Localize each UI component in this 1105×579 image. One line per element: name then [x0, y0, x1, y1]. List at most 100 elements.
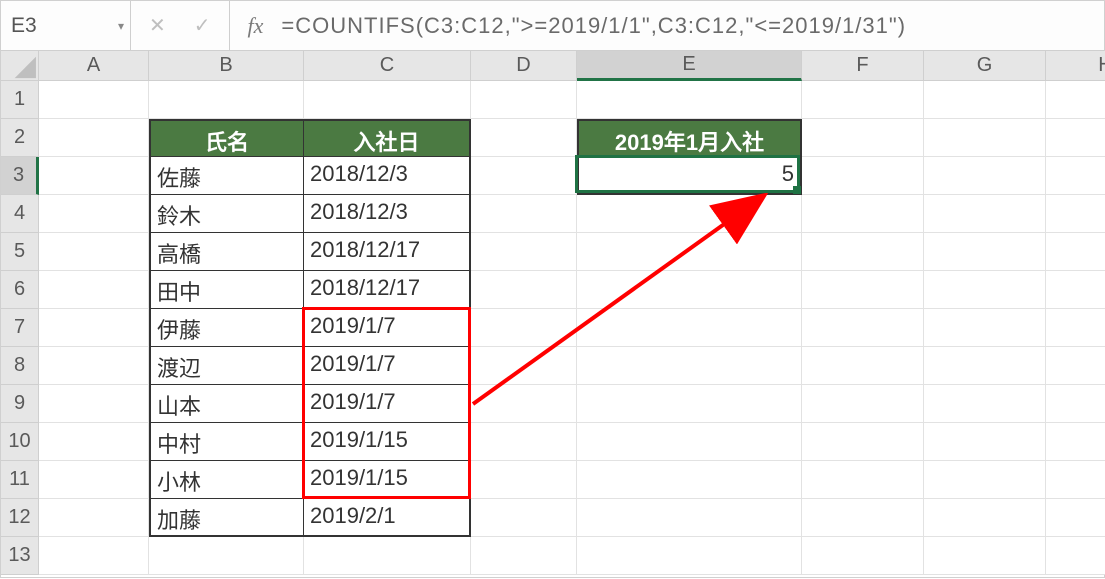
cell-G2[interactable]: [924, 119, 1046, 157]
cell-F6[interactable]: [802, 271, 924, 309]
enter-icon[interactable]: ✓: [194, 13, 211, 38]
table-cell-name[interactable]: 中村: [149, 423, 304, 461]
cell-D4[interactable]: [471, 195, 577, 233]
cell-A5[interactable]: [39, 233, 149, 271]
cell-H7[interactable]: [1046, 309, 1105, 347]
column-header-B[interactable]: B: [149, 51, 304, 81]
cell-G7[interactable]: [924, 309, 1046, 347]
row-header-1[interactable]: 1: [1, 81, 39, 119]
row-header-2[interactable]: 2: [1, 119, 39, 157]
cancel-icon[interactable]: ✕: [149, 13, 166, 38]
cell-D9[interactable]: [471, 385, 577, 423]
cell-A1[interactable]: [39, 81, 149, 119]
table-cell-name[interactable]: 鈴木: [149, 195, 304, 233]
row-header-5[interactable]: 5: [1, 233, 39, 271]
formula-input[interactable]: =COUNTIFS(C3:C12,">=2019/1/1",C3:C12,"<=…: [281, 13, 906, 39]
cell-D3[interactable]: [471, 157, 577, 195]
column-header-G[interactable]: G: [924, 51, 1046, 81]
cell-F1[interactable]: [802, 81, 924, 119]
cell-G6[interactable]: [924, 271, 1046, 309]
table-cell-joined[interactable]: 2018/12/17: [304, 271, 471, 309]
cell-D8[interactable]: [471, 347, 577, 385]
cell-F7[interactable]: [802, 309, 924, 347]
table-cell-name[interactable]: 伊藤: [149, 309, 304, 347]
cell-G4[interactable]: [924, 195, 1046, 233]
row-header-10[interactable]: 10: [1, 423, 39, 461]
table-cell-joined[interactable]: 2019/1/7: [304, 309, 471, 347]
table-cell-joined[interactable]: 2018/12/17: [304, 233, 471, 271]
cell-G1[interactable]: [924, 81, 1046, 119]
name-box[interactable]: E3 ▾: [1, 1, 131, 50]
cell-F12[interactable]: [802, 499, 924, 537]
cell-E11[interactable]: [577, 461, 802, 499]
cell-E4[interactable]: [577, 195, 802, 233]
column-header-D[interactable]: D: [471, 51, 577, 81]
select-all-corner[interactable]: [1, 51, 39, 81]
cell-H13[interactable]: [1046, 537, 1105, 575]
cell-H1[interactable]: [1046, 81, 1105, 119]
table-cell-joined[interactable]: 2019/1/15: [304, 461, 471, 499]
table-cell-name[interactable]: 高橋: [149, 233, 304, 271]
cell-D11[interactable]: [471, 461, 577, 499]
cell-F4[interactable]: [802, 195, 924, 233]
cell-E12[interactable]: [577, 499, 802, 537]
cell-F13[interactable]: [802, 537, 924, 575]
cell-G13[interactable]: [924, 537, 1046, 575]
cell-H6[interactable]: [1046, 271, 1105, 309]
cell-B13[interactable]: [149, 537, 304, 575]
row-header-9[interactable]: 9: [1, 385, 39, 423]
cell-A10[interactable]: [39, 423, 149, 461]
cell-A9[interactable]: [39, 385, 149, 423]
column-header-C[interactable]: C: [304, 51, 471, 81]
cell-F3[interactable]: [802, 157, 924, 195]
cell-G5[interactable]: [924, 233, 1046, 271]
cell-E6[interactable]: [577, 271, 802, 309]
cell-H12[interactable]: [1046, 499, 1105, 537]
cell-H5[interactable]: [1046, 233, 1105, 271]
table-cell-name[interactable]: 渡辺: [149, 347, 304, 385]
cell-A12[interactable]: [39, 499, 149, 537]
cell-H3[interactable]: [1046, 157, 1105, 195]
result-header[interactable]: 2019年1月入社: [577, 119, 802, 157]
cell-B1[interactable]: [149, 81, 304, 119]
cell-A3[interactable]: [39, 157, 149, 195]
table-cell-name[interactable]: 小林: [149, 461, 304, 499]
cell-D12[interactable]: [471, 499, 577, 537]
cell-E8[interactable]: [577, 347, 802, 385]
cell-H4[interactable]: [1046, 195, 1105, 233]
cell-E13[interactable]: [577, 537, 802, 575]
cell-H8[interactable]: [1046, 347, 1105, 385]
cell-D10[interactable]: [471, 423, 577, 461]
cell-F9[interactable]: [802, 385, 924, 423]
row-header-8[interactable]: 8: [1, 347, 39, 385]
table-header-joined[interactable]: 入社日: [304, 119, 471, 157]
fx-icon[interactable]: fx: [230, 13, 282, 39]
cell-D2[interactable]: [471, 119, 577, 157]
row-header-7[interactable]: 7: [1, 309, 39, 347]
column-header-E[interactable]: E: [577, 51, 802, 81]
cell-D6[interactable]: [471, 271, 577, 309]
cell-G3[interactable]: [924, 157, 1046, 195]
cell-G9[interactable]: [924, 385, 1046, 423]
cell-F2[interactable]: [802, 119, 924, 157]
cell-E10[interactable]: [577, 423, 802, 461]
cell-A2[interactable]: [39, 119, 149, 157]
table-cell-joined[interactable]: 2019/2/1: [304, 499, 471, 537]
cell-A13[interactable]: [39, 537, 149, 575]
column-header-F[interactable]: F: [802, 51, 924, 81]
cell-D7[interactable]: [471, 309, 577, 347]
cell-F10[interactable]: [802, 423, 924, 461]
cell-D1[interactable]: [471, 81, 577, 119]
table-cell-name[interactable]: 山本: [149, 385, 304, 423]
column-header-A[interactable]: A: [39, 51, 149, 81]
cell-A7[interactable]: [39, 309, 149, 347]
cell-F11[interactable]: [802, 461, 924, 499]
row-header-4[interactable]: 4: [1, 195, 39, 233]
row-header-6[interactable]: 6: [1, 271, 39, 309]
row-header-11[interactable]: 11: [1, 461, 39, 499]
cell-D13[interactable]: [471, 537, 577, 575]
table-cell-joined[interactable]: 2019/1/7: [304, 347, 471, 385]
cell-G11[interactable]: [924, 461, 1046, 499]
cell-G8[interactable]: [924, 347, 1046, 385]
table-cell-name[interactable]: 加藤: [149, 499, 304, 537]
